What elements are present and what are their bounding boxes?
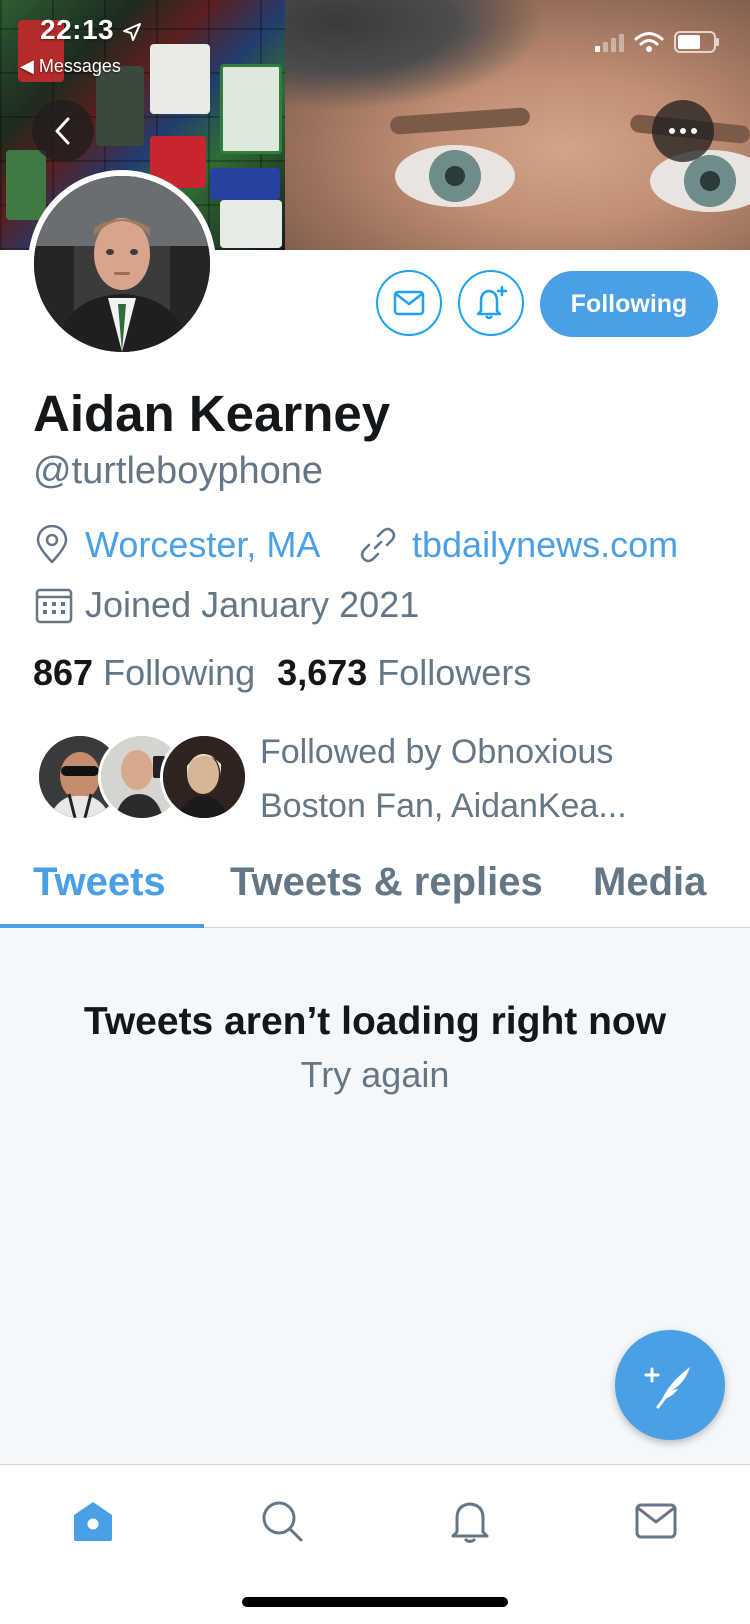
following-label: Following bbox=[103, 652, 256, 693]
nav-messages[interactable] bbox=[626, 1491, 686, 1551]
followed-by-line: Followed by Obnoxious bbox=[260, 733, 614, 771]
calendar-icon bbox=[35, 588, 73, 624]
bell-icon bbox=[451, 1502, 489, 1543]
website-link[interactable]: tbdailynews.com bbox=[358, 524, 678, 566]
avatar-photo bbox=[34, 176, 210, 352]
back-to-messages-link[interactable]: ◀ Messages bbox=[20, 56, 121, 77]
mail-icon bbox=[635, 1503, 677, 1539]
search-icon bbox=[262, 1501, 303, 1542]
following-count: 867 bbox=[33, 652, 94, 693]
location-row: Worcester, MA bbox=[33, 524, 320, 566]
profile-avatar[interactable] bbox=[28, 170, 216, 358]
notifications-toggle-button[interactable] bbox=[458, 270, 524, 336]
chevron-left-icon bbox=[55, 117, 70, 145]
home-indicator[interactable] bbox=[242, 1597, 508, 1607]
follow-stats: 867 Following 3,673 Followers bbox=[33, 652, 531, 694]
following-button[interactable]: Following bbox=[540, 271, 718, 337]
followed-by-line: Boston Fan, AidanKea... bbox=[260, 787, 627, 825]
mail-icon bbox=[393, 290, 425, 316]
more-options-button[interactable] bbox=[652, 100, 714, 162]
profile-handle: @turtleboyphone bbox=[33, 450, 323, 492]
following-stat[interactable]: 867 Following bbox=[33, 652, 255, 694]
followers-label: Followers bbox=[377, 652, 532, 693]
mutual-avatar bbox=[160, 733, 248, 821]
banner-eye bbox=[395, 145, 515, 207]
more-dots-icon bbox=[669, 128, 697, 134]
bell-plus-icon bbox=[476, 285, 508, 320]
cellular-signal-icon bbox=[595, 32, 624, 52]
message-button[interactable] bbox=[376, 270, 442, 336]
followers-count: 3,673 bbox=[277, 652, 368, 693]
joined-row: Joined January 2021 bbox=[35, 584, 419, 626]
link-icon bbox=[360, 527, 396, 563]
profile-tabs: Tweets Tweets & replies Media bbox=[0, 848, 750, 928]
tab-tweets[interactable]: Tweets bbox=[33, 860, 166, 905]
compose-feather-icon bbox=[644, 1367, 690, 1409]
back-button[interactable] bbox=[32, 100, 94, 162]
compose-tweet-button[interactable] bbox=[615, 1330, 725, 1440]
followed-by-text[interactable]: Followed by Obnoxious Boston Fan, AidanK… bbox=[260, 725, 700, 833]
status-time: 22:13 bbox=[40, 14, 142, 46]
status-time-text: 22:13 bbox=[40, 14, 115, 45]
location-arrow-icon bbox=[123, 22, 142, 41]
error-message: Tweets aren’t loading right now bbox=[83, 1000, 667, 1043]
nav-home[interactable] bbox=[63, 1491, 123, 1551]
followers-stat[interactable]: 3,673 Followers bbox=[277, 652, 531, 694]
profile-name: Aidan Kearney bbox=[33, 385, 391, 442]
back-to-messages-label: ◀ Messages bbox=[20, 56, 121, 76]
battery-icon bbox=[674, 31, 719, 53]
website-text: tbdailynews.com bbox=[412, 524, 679, 565]
home-icon bbox=[74, 1502, 112, 1541]
location-text: Worcester, MA bbox=[85, 524, 321, 565]
try-again-button[interactable]: Try again bbox=[0, 1054, 750, 1096]
nav-search[interactable] bbox=[252, 1491, 312, 1551]
tab-media[interactable]: Media bbox=[593, 860, 706, 905]
joined-text: Joined January 2021 bbox=[85, 584, 420, 625]
following-button-label: Following bbox=[570, 289, 688, 318]
mutual-followers-avatars[interactable] bbox=[36, 733, 248, 823]
location-pin-icon bbox=[36, 525, 68, 564]
nav-notifications[interactable] bbox=[440, 1491, 500, 1551]
tab-tweets-and-replies[interactable]: Tweets & replies bbox=[230, 860, 543, 905]
status-indicators bbox=[595, 30, 720, 54]
wifi-icon bbox=[634, 32, 664, 52]
banner-hair bbox=[285, 0, 545, 110]
